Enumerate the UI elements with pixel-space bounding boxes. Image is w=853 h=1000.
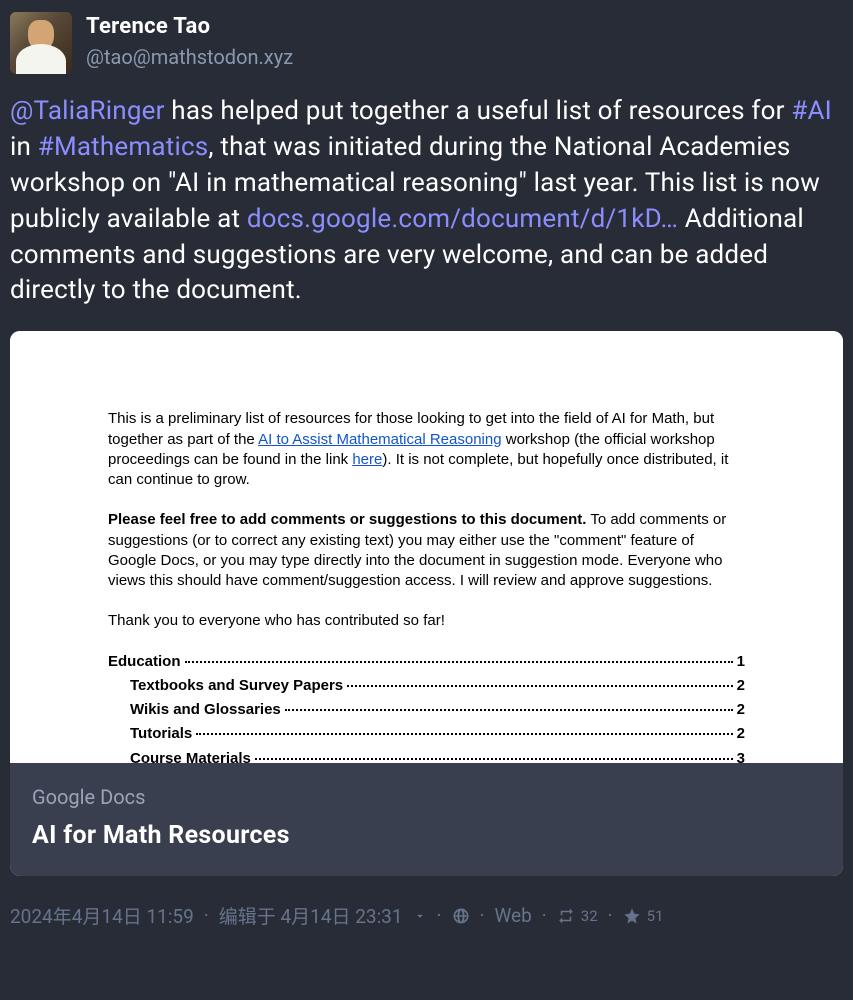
doc-link: AI to Assist Mathematical Reasoning (258, 431, 501, 448)
separator: · (608, 904, 613, 927)
post-header: Terence Tao @tao@mathstodon.xyz (10, 12, 843, 74)
boost-icon[interactable] (557, 907, 575, 925)
hashtag-mathematics[interactable]: #Mathematics (38, 132, 209, 162)
separator: · (542, 904, 547, 927)
link-preview-card[interactable]: This is a preliminary list of resources … (10, 331, 843, 876)
card-footer: Google Docs AI for Math Resources (10, 763, 843, 876)
toc-page: 3 (737, 749, 745, 764)
post-meta: 2024年4月14日 11:59 · 编辑于 4月14日 23:31 · · W… (10, 902, 843, 929)
author-handle: @tao@mathstodon.xyz (86, 45, 293, 69)
chevron-down-icon[interactable] (413, 909, 427, 923)
body-text: in (10, 132, 38, 162)
toc-row: Textbooks and Survey Papers 2 (108, 676, 745, 696)
toc-dots (196, 733, 732, 735)
toc-row: Wikis and Glossaries 2 (108, 700, 745, 720)
mention-link[interactable]: @TaliaRinger (10, 96, 165, 126)
toc-label: Education (108, 652, 181, 672)
doc-bold: Please feel free to add comments or sugg… (108, 511, 586, 528)
toc-label: Tutorials (130, 724, 192, 744)
hashtag-ai[interactable]: #AI (791, 96, 832, 126)
toc-dots (255, 758, 733, 760)
card-source: Google Docs (32, 785, 821, 809)
separator: · (204, 904, 209, 927)
toc-page: 2 (737, 700, 745, 720)
table-of-contents: Education1Textbooks and Survey Papers2Wi… (108, 652, 745, 764)
toc-row: Education 1 (108, 652, 745, 672)
star-icon[interactable] (623, 907, 641, 925)
toc-row: Course Materials 3 (108, 749, 745, 764)
card-title: AI for Math Resources (32, 821, 821, 850)
doc-link: here (352, 451, 382, 468)
toc-label: Wikis and Glossaries (130, 700, 281, 720)
toc-dots (185, 661, 733, 663)
boost-count: 32 (581, 907, 598, 925)
avatar[interactable] (10, 12, 72, 74)
toc-page: 2 (737, 724, 745, 744)
client-name: Web (494, 904, 531, 927)
post-content: @TaliaRinger has helped put together a u… (10, 94, 843, 309)
author-block[interactable]: Terence Tao @tao@mathstodon.xyz (86, 12, 293, 74)
body-text: has helped put together a useful list of… (165, 96, 792, 126)
display-name: Terence Tao (86, 14, 293, 39)
external-link[interactable]: docs.google.com/document/d/1kD… (247, 204, 678, 234)
toc-page: 2 (737, 676, 745, 696)
toc-dots (285, 709, 733, 711)
separator: · (480, 904, 485, 927)
card-preview-image: This is a preliminary list of resources … (10, 331, 843, 763)
globe-icon (452, 907, 470, 925)
doc-text: Thank you to everyone who has contribute… (108, 611, 745, 631)
edited-label: 编辑于 4月14日 23:31 (219, 902, 403, 929)
toc-row: Tutorials 2 (108, 724, 745, 744)
separator: · (437, 904, 442, 927)
timestamp[interactable]: 2024年4月14日 11:59 (10, 902, 194, 929)
toc-label: Textbooks and Survey Papers (130, 676, 343, 696)
toc-label: Course Materials (130, 749, 251, 764)
toc-dots (347, 685, 733, 687)
fav-count: 51 (647, 907, 664, 925)
toc-page: 1 (737, 652, 745, 672)
